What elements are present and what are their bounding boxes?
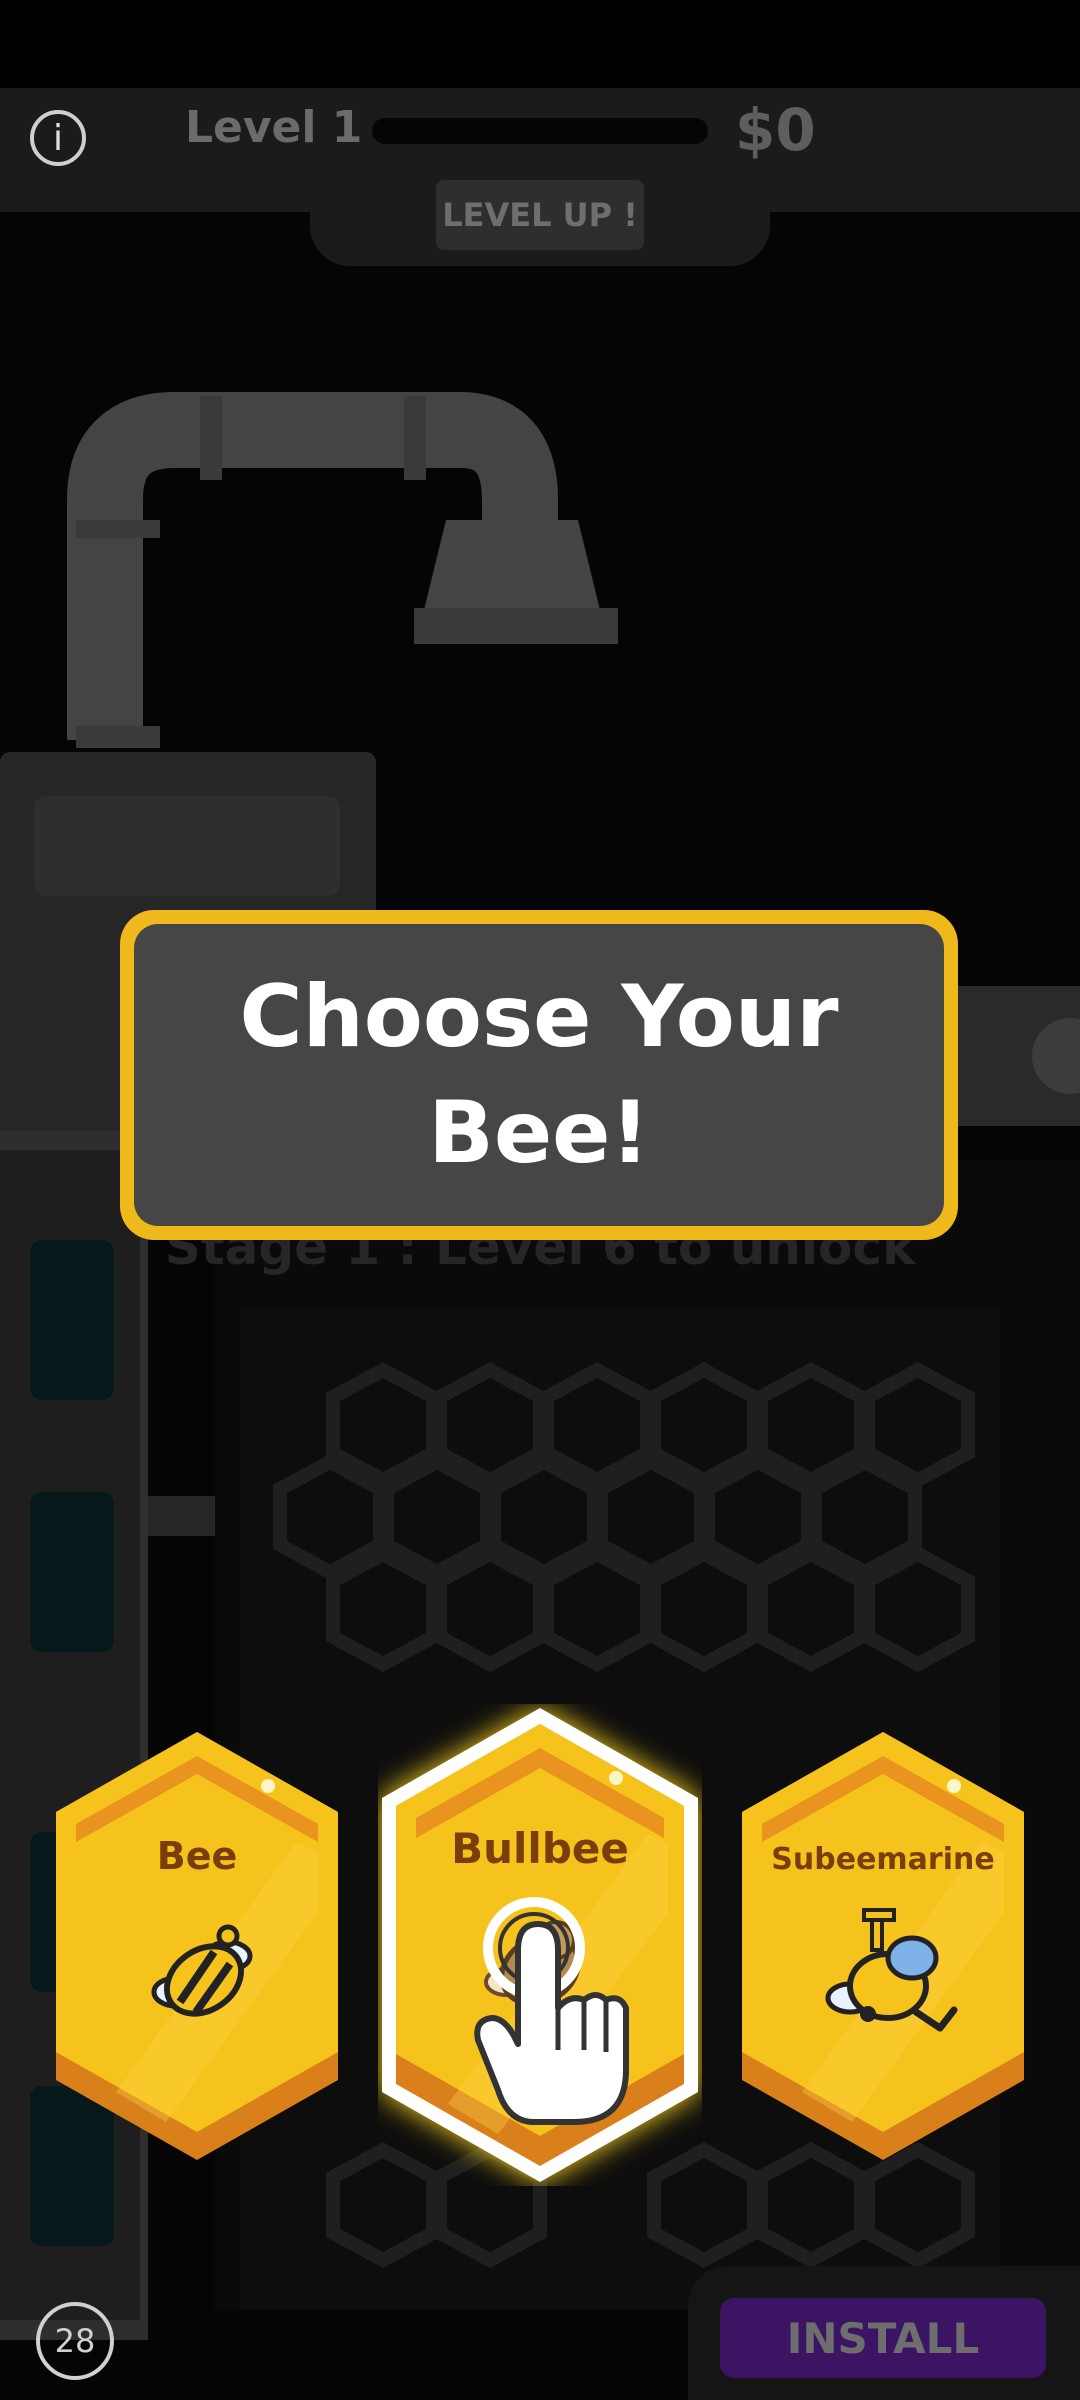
bee-card-label: Bee bbox=[156, 1834, 238, 1878]
bullbee-card-label: Bullbee bbox=[451, 1824, 629, 1873]
choose-bee-title: Choose Your Bee! bbox=[134, 924, 944, 1226]
subeemarine-icon bbox=[825, 1908, 958, 2032]
bee-card-bee[interactable]: Bee bbox=[56, 1732, 338, 2160]
bee-card-subeemarine[interactable]: Subeemarine bbox=[742, 1732, 1024, 2160]
info-icon[interactable]: i bbox=[30, 110, 86, 166]
ad-countdown-timer: 28 bbox=[36, 2302, 114, 2380]
tap-hand-icon bbox=[474, 1897, 629, 2125]
subeemarine-card-label: Subeemarine bbox=[771, 1842, 995, 1877]
choose-bee-banner: Choose Your Bee! bbox=[120, 910, 958, 1240]
install-button[interactable]: INSTALL bbox=[720, 2298, 1046, 2378]
level-progress-bar bbox=[372, 118, 708, 144]
money-counter: $0 bbox=[735, 96, 816, 164]
bee-card-bullbee[interactable]: Bullbee bbox=[378, 1704, 702, 2186]
level-label: Level 1 bbox=[185, 102, 363, 153]
level-up-button[interactable]: LEVEL UP ! bbox=[436, 180, 644, 250]
bee-icon bbox=[151, 1924, 253, 2017]
